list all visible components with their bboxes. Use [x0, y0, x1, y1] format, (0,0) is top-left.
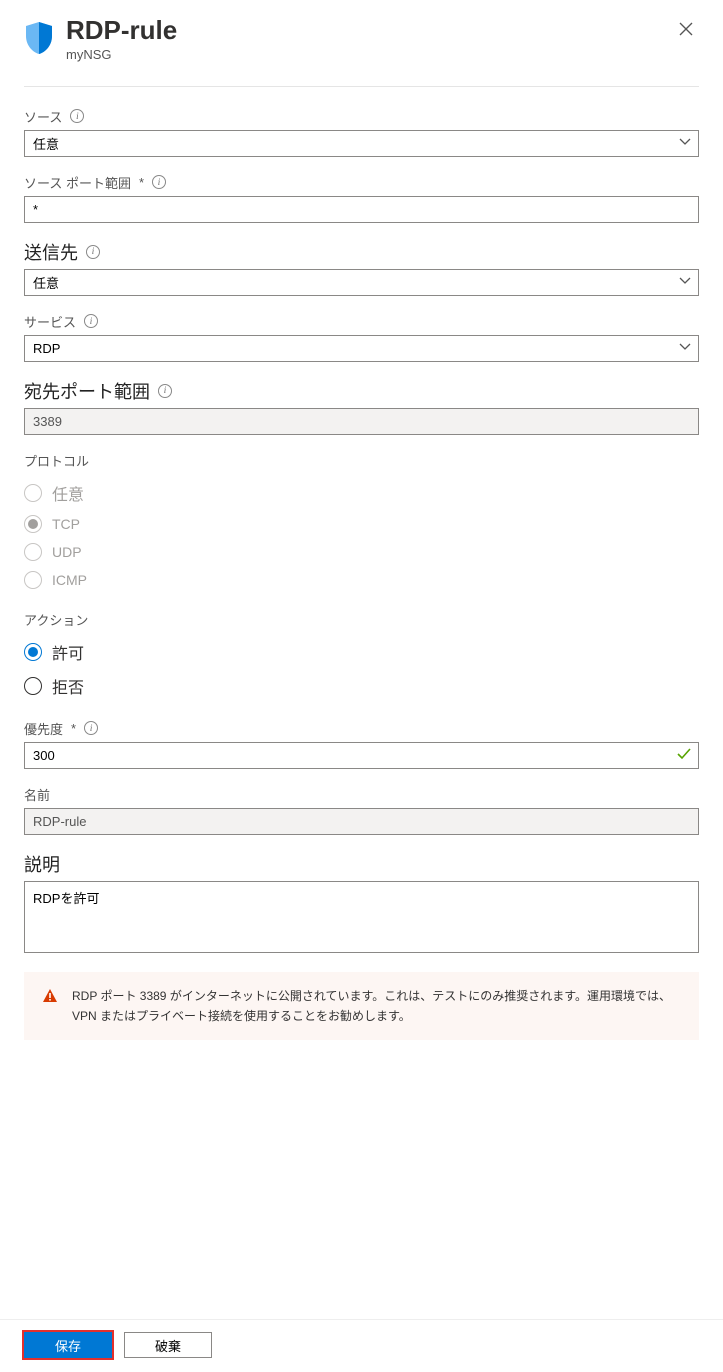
- discard-button[interactable]: 破棄: [124, 1332, 212, 1358]
- save-button[interactable]: 保存: [24, 1332, 112, 1358]
- warning-text: RDP ポート 3389 がインターネットに公開されています。これは、テストにの…: [72, 986, 681, 1027]
- warning-icon: [42, 988, 58, 1027]
- action-radio-deny[interactable]: 拒否: [24, 669, 699, 703]
- warning-box: RDP ポート 3389 がインターネットに公開されています。これは、テストにの…: [24, 972, 699, 1041]
- description-label: 説明: [24, 851, 699, 877]
- footer: 保存 破棄: [0, 1319, 723, 1372]
- shield-icon: [24, 16, 54, 59]
- name-input: [24, 808, 699, 835]
- source-select[interactable]: [24, 130, 699, 157]
- protocol-radio-udp: UDP: [24, 538, 699, 566]
- info-icon[interactable]: i: [86, 245, 100, 259]
- info-icon[interactable]: i: [152, 175, 166, 189]
- blade-header: RDP-rule myNSG: [24, 16, 699, 87]
- close-icon: [679, 22, 693, 36]
- service-select[interactable]: [24, 335, 699, 362]
- close-button[interactable]: [673, 16, 699, 47]
- protocol-radio-any: 任意: [24, 476, 699, 510]
- protocol-radio-icmp: ICMP: [24, 566, 699, 594]
- dest-port-label: 宛先ポート範囲 i: [24, 378, 699, 404]
- action-radio-allow[interactable]: 許可: [24, 635, 699, 669]
- source-port-input[interactable]: [24, 196, 699, 223]
- source-port-label: ソース ポート範囲 * i: [24, 173, 699, 192]
- info-icon[interactable]: i: [70, 109, 84, 123]
- blade-subtitle: myNSG: [66, 47, 661, 62]
- description-input[interactable]: [24, 881, 699, 953]
- blade-title: RDP-rule: [66, 16, 661, 45]
- destination-select[interactable]: [24, 269, 699, 296]
- protocol-label: プロトコル: [24, 451, 699, 470]
- action-label: アクション: [24, 610, 699, 629]
- protocol-radio-tcp: TCP: [24, 510, 699, 538]
- info-icon[interactable]: i: [84, 314, 98, 328]
- source-label: ソース i: [24, 107, 699, 126]
- service-label: サービス i: [24, 312, 699, 331]
- destination-label: 送信先 i: [24, 239, 699, 265]
- info-icon[interactable]: i: [158, 384, 172, 398]
- priority-label: 優先度 * i: [24, 719, 699, 738]
- dest-port-input: [24, 408, 699, 435]
- name-label: 名前: [24, 785, 699, 804]
- info-icon[interactable]: i: [84, 721, 98, 735]
- priority-input[interactable]: [24, 742, 699, 769]
